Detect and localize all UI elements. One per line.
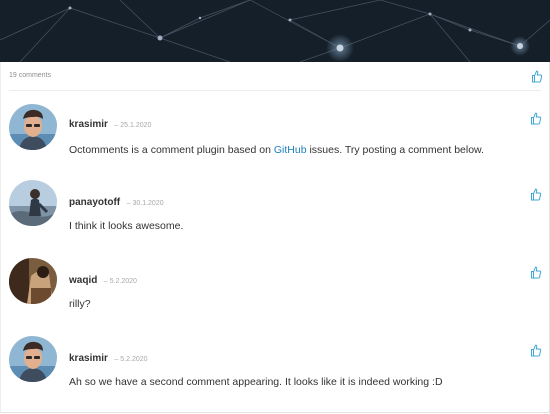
comment-body: I think it looks awesome.: [69, 220, 184, 232]
header-banner: [0, 0, 550, 62]
comment-meta: krasimir –5.2.2020: [69, 348, 148, 366]
comment-meta: panayotoff –30.1.2020: [69, 192, 164, 210]
comment-author[interactable]: panayotoff: [69, 197, 120, 208]
github-link[interactable]: GitHub: [274, 144, 307, 156]
comment-author[interactable]: krasimir: [69, 353, 108, 364]
thumbs-up-icon[interactable]: [530, 70, 543, 83]
avatar[interactable]: [9, 104, 57, 150]
thumbs-up-icon[interactable]: [529, 266, 542, 279]
thumbs-up-icon[interactable]: [529, 188, 542, 201]
comment-date: –30.1.2020: [126, 200, 164, 207]
avatar[interactable]: [9, 336, 57, 382]
comment-body: Octomments is a comment plugin based on …: [69, 144, 484, 156]
thumbs-up-icon[interactable]: [529, 112, 542, 125]
comment-count: 19 comments: [9, 72, 52, 79]
comment-item: waqid –5.2.2020 rilly?: [1, 256, 549, 336]
comment-meta: krasimir –25.1.2020: [69, 114, 151, 132]
comment-date: –5.2.2020: [114, 356, 148, 363]
network-background: [0, 0, 550, 62]
comment-item: panayotoff –30.1.2020 I think it looks a…: [1, 178, 549, 258]
comment-date: –5.2.2020: [103, 278, 137, 285]
comment-body: Ah so we have a second comment appearing…: [69, 376, 443, 388]
comments-header: 19 comments: [9, 62, 543, 91]
thumbs-up-icon[interactable]: [529, 344, 542, 357]
avatar[interactable]: [9, 180, 57, 226]
comment-item: krasimir –25.1.2020 Octomments is a comm…: [1, 100, 549, 180]
comment-date: –25.1.2020: [114, 122, 152, 129]
comment-meta: waqid –5.2.2020: [69, 270, 137, 288]
comments-panel: 19 comments krasimir –25.1.2020 Octommen…: [0, 62, 550, 413]
comment-item: krasimir –5.2.2020 Ah so we have a secon…: [1, 334, 549, 414]
comment-body: rilly?: [69, 298, 91, 310]
comment-author[interactable]: krasimir: [69, 119, 108, 130]
avatar[interactable]: [9, 258, 57, 304]
comment-author[interactable]: waqid: [69, 275, 97, 286]
